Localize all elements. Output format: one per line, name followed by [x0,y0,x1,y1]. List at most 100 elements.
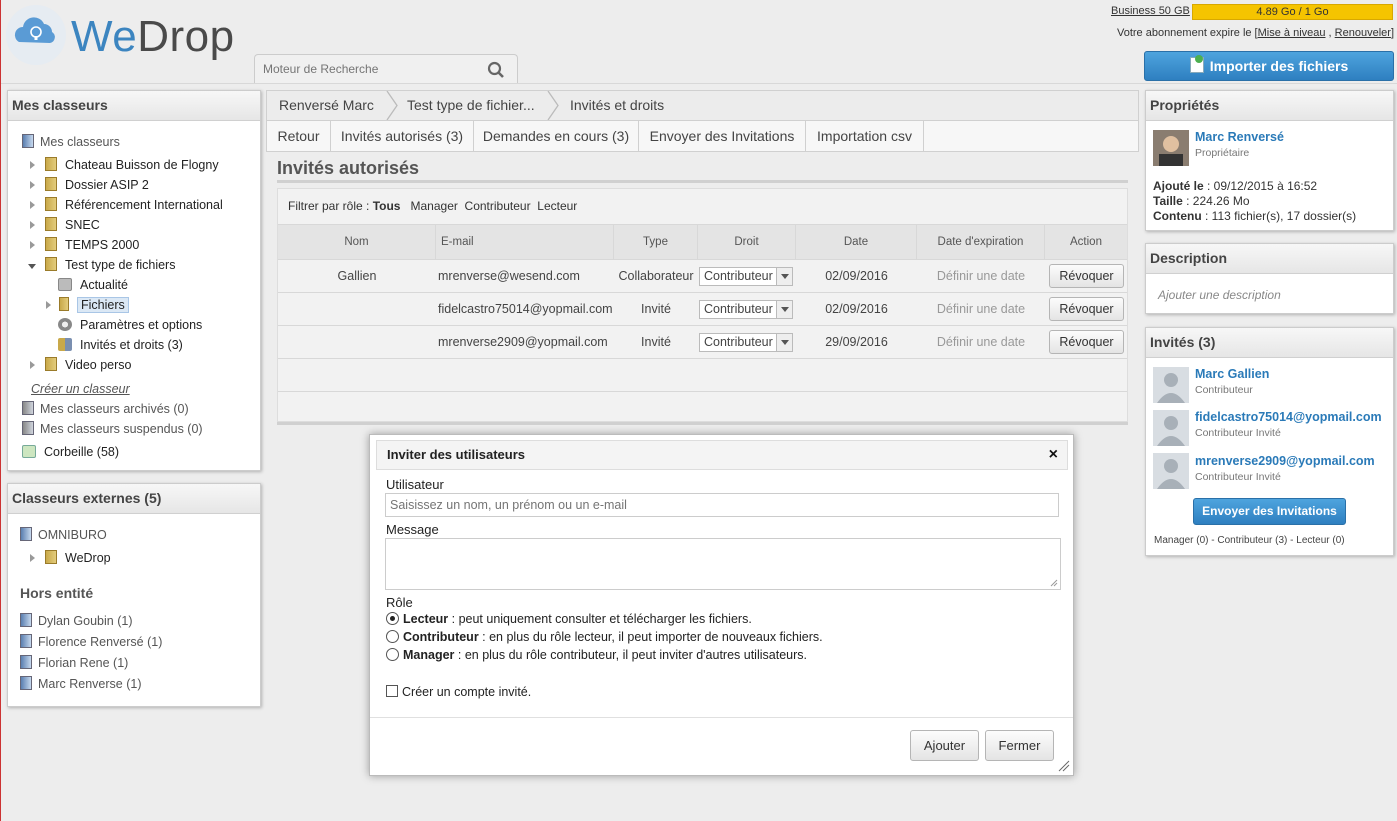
renew-link[interactable]: Renouveler [1335,27,1391,39]
set-expiration-link[interactable]: Définir une date [917,293,1045,325]
tab-send-invitations[interactable]: Envoyer des Invitations [639,121,806,151]
col-header[interactable]: Type [614,225,698,260]
archived-binders[interactable]: Mes classeurs archivés (0) [22,400,189,418]
tree-item[interactable]: Chateau Buisson de Flogny [30,156,219,174]
role-option-reader[interactable]: Lecteur : peut uniquement consulter et t… [386,612,752,626]
radio-selected[interactable] [386,612,399,625]
external-person[interactable]: Florian Rene (1) [20,654,128,672]
close-button[interactable]: Fermer [985,730,1054,761]
upgrade-link[interactable]: Mise à niveau [1258,27,1326,39]
tree-item[interactable]: Dossier ASIP 2 [30,176,149,194]
role-select[interactable]: Contributeur [699,333,793,352]
revoke-button[interactable]: Révoquer [1049,330,1124,354]
guest-name-link[interactable]: mrenverse2909@yopmail.com [1195,454,1375,468]
subitem-label: Actualité [80,278,128,292]
role-option-manager[interactable]: Manager : en plus du rôle contributeur, … [386,648,807,662]
suspended-binders[interactable]: Mes classeurs suspendus (0) [22,420,203,438]
subitem-guests[interactable]: Invités et droits (3) [58,336,183,354]
tab-back[interactable]: Retour [267,121,331,151]
role-option-contributor[interactable]: Contributeur : en plus du rôle lecteur, … [386,630,823,644]
resize-grip-icon[interactable] [1050,579,1058,587]
filter-all[interactable]: Tous [373,199,401,213]
set-expiration-link[interactable]: Définir une date [917,326,1045,358]
filter-reader[interactable]: Lecteur [537,199,577,213]
user-silhouette-icon [1157,416,1185,446]
add-description-link[interactable]: Ajouter une description [1158,288,1281,302]
expand-arrow-icon[interactable] [30,161,35,169]
cabinet-icon [22,134,34,148]
col-header[interactable]: Droit [698,225,796,260]
tree-item[interactable]: TEMPS 2000 [30,236,139,254]
filter-manager[interactable]: Manager [411,199,458,213]
subitem-files[interactable]: Fichiers [46,296,129,314]
tree-item[interactable]: Video perso [30,356,132,374]
set-expiration-link[interactable]: Définir une date [917,260,1045,292]
create-binder-link[interactable]: Créer un classeur [31,380,130,398]
my-binders-panel: Mes classeurs Mes classeurs Chateau Buis… [7,90,261,471]
guest-avatar [1153,453,1189,489]
external-person[interactable]: Florence Renversé (1) [20,633,162,651]
resize-grip-icon[interactable] [1058,760,1070,772]
trash[interactable]: Corbeille (58) [22,443,119,461]
cell-email: fidelcastro75014@yopmail.com [438,302,613,316]
tree-item-label: Chateau Buisson de Flogny [65,158,219,172]
table-row: mrenverse2909@yopmail.com Invité Contrib… [278,326,1127,359]
revoke-button[interactable]: Révoquer [1049,264,1124,288]
tab-csv-import[interactable]: Importation csv [806,121,924,151]
tab-authorized-guests[interactable]: Invités autorisés (3) [331,121,474,151]
checkbox[interactable] [386,685,398,697]
role-select[interactable]: Contributeur [699,300,793,319]
filter-label: Filtrer par rôle [288,199,363,213]
owner-name-link[interactable]: Marc Renversé [1195,130,1284,144]
expand-arrow-icon[interactable] [30,221,35,229]
plan-link[interactable]: Business 50 GB [1111,5,1190,17]
filter-contributor[interactable]: Contributeur [465,199,531,213]
tree-item[interactable]: SNEC [30,216,100,234]
expand-arrow-icon[interactable] [46,301,51,309]
message-textarea[interactable] [385,538,1061,590]
user-search-input[interactable] [385,493,1059,517]
search-icon[interactable] [487,61,505,79]
external-person[interactable]: Dylan Goubin (1) [20,612,133,630]
col-header[interactable]: Nom [278,225,436,260]
expand-arrow-icon[interactable] [30,241,35,249]
external-person[interactable]: Marc Renverse (1) [20,675,142,693]
folder-icon [45,177,57,191]
org-root[interactable]: OMNIBURO [20,526,107,544]
import-files-button[interactable]: Importer des fichiers [1144,51,1394,81]
tree-item-expanded[interactable]: Test type de fichiers [28,256,175,274]
tab-pending-requests[interactable]: Demandes en cours (3) [474,121,639,151]
col-header[interactable]: Date d'expiration [917,225,1045,260]
col-header[interactable]: Date [796,225,917,260]
send-invitations-button[interactable]: Envoyer des Invitations [1193,498,1346,525]
breadcrumb-item[interactable]: Renversé Marc [267,91,392,120]
role-select[interactable]: Contributeur [699,267,793,286]
role-summary: Manager (0) - Contributeur (3) - Lecteur… [1154,535,1345,546]
expand-arrow-icon[interactable] [30,181,35,189]
folder-icon [45,357,57,371]
add-button[interactable]: Ajouter [910,730,979,761]
tree-root[interactable]: Mes classeurs [22,133,120,151]
col-header[interactable]: E-mail [436,225,614,260]
expand-arrow-icon[interactable] [30,201,35,209]
org-item[interactable]: WeDrop [30,549,111,567]
guest-name-link[interactable]: fidelcastro75014@yopmail.com [1195,410,1382,424]
tree-item[interactable]: Référencement International [30,196,223,214]
panel-title: Mes classeurs [8,91,260,121]
search-input[interactable] [263,62,473,76]
radio[interactable] [386,648,399,661]
close-icon[interactable]: × [1049,441,1058,469]
subitem-settings[interactable]: Paramètres et options [58,316,202,334]
subitem-news[interactable]: Actualité [58,276,128,294]
guest-account-option[interactable]: Créer un compte invité. [386,685,531,699]
subitem-label: Invités et droits (3) [80,338,183,352]
expand-arrow-icon[interactable] [30,361,35,369]
guest-name-link[interactable]: Marc Gallien [1195,367,1269,381]
revoke-button[interactable]: Révoquer [1049,297,1124,321]
radio[interactable] [386,630,399,643]
expand-arrow-icon[interactable] [30,554,35,562]
collapse-arrow-icon[interactable] [28,264,36,269]
breadcrumb-item[interactable]: Test type de fichier... [395,91,545,120]
news-icon [58,278,72,291]
owner-role: Propriétaire [1195,147,1250,159]
